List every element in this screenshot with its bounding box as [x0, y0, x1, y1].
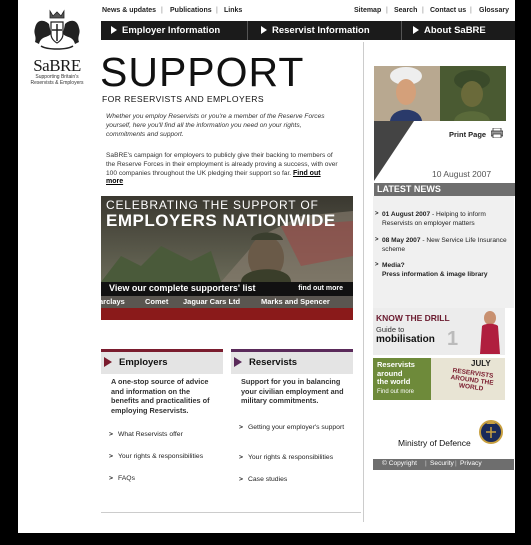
- banner-line-1: CELEBRATING THE SUPPORT OF: [106, 198, 319, 212]
- bullet-icon: >: [239, 454, 243, 461]
- reservists-title: Reservists: [249, 357, 298, 368]
- nav-separator: |: [422, 7, 424, 14]
- page-title: SUPPORT: [100, 49, 305, 95]
- reservists-link-case-studies[interactable]: > Case studies: [239, 476, 287, 483]
- main-nav-divider: [247, 21, 248, 40]
- reservists-box: Reservists Support for you in balancing …: [231, 349, 353, 509]
- intro-paragraph: Whether you employ Reservists or you're …: [106, 113, 325, 138]
- nav-publications[interactable]: Publications: [170, 7, 212, 14]
- nav-search[interactable]: Search: [394, 7, 417, 14]
- header-photos: [374, 66, 506, 121]
- nav-separator: |: [386, 7, 388, 14]
- reservist-figure: [480, 311, 500, 354]
- employers-title: Employers: [119, 357, 168, 368]
- world-july: JULY: [471, 359, 491, 368]
- news-item[interactable]: > 01 August 2007 - Helping to inform Res…: [375, 210, 512, 228]
- news-item[interactable]: > Media? Press information & image librar…: [375, 261, 512, 279]
- supporters-banner[interactable]: CELEBRATING THE SUPPORT OF EMPLOYERS NAT…: [101, 196, 353, 320]
- main-nav: Employer Information Reservist Informati…: [101, 21, 515, 40]
- print-page-link[interactable]: Print Page: [449, 127, 504, 139]
- campaign-paragraph: SaBRE's campaign for employers to public…: [106, 152, 338, 186]
- employers-header[interactable]: Employers: [101, 349, 223, 374]
- supporter-name: Jaguar Cars Ltd: [183, 297, 241, 306]
- drill-number: 1: [447, 328, 459, 350]
- news-item[interactable]: > 08 May 2007 - New Service Life Insuran…: [375, 236, 512, 254]
- supporter-name: Comet: [145, 297, 169, 306]
- supporter-name: arclays: [101, 297, 125, 306]
- nav-news-updates[interactable]: News & updates: [102, 7, 156, 14]
- footer-separator: |: [455, 460, 457, 467]
- footer-separator: |: [425, 460, 427, 467]
- decorative-wedge: [374, 121, 414, 181]
- footer-security[interactable]: Security: [430, 460, 454, 467]
- guide-to-label: Guide to: [376, 325, 405, 334]
- know-the-drill-promo[interactable]: KNOW THE DRILL Guide to mobilisation 1: [373, 308, 505, 355]
- banner-red-band: [101, 308, 353, 320]
- know-drill-title: KNOW THE DRILL: [376, 313, 450, 323]
- nav-separator: |: [161, 7, 163, 14]
- bullet-icon: >: [239, 476, 243, 483]
- reservists-around-world-promo[interactable]: Reservists around the world Find out mor…: [373, 358, 505, 400]
- mod-crest-icon: [479, 420, 503, 444]
- triangle-icon: [104, 357, 112, 367]
- current-date: 10 August 2007: [432, 169, 492, 179]
- reservists-header[interactable]: Reservists: [231, 349, 353, 374]
- bullet-icon: >: [375, 262, 379, 268]
- nav-separator: |: [470, 7, 472, 14]
- triangle-icon: [234, 357, 242, 367]
- bullet-icon: >: [375, 237, 379, 243]
- arrow-right-icon: [413, 26, 419, 34]
- banner-find-out-more[interactable]: find out more: [298, 285, 343, 292]
- footer-privacy[interactable]: Privacy: [460, 460, 482, 467]
- banner-line-2: EMPLOYERS NATIONWIDE: [106, 211, 336, 230]
- reservists-link-rights[interactable]: > Your rights & responsibilities: [239, 454, 333, 461]
- logo-brand: SaBRE: [33, 56, 81, 75]
- employers-link-what-reservists-offer[interactable]: > What Reservists offer: [109, 431, 183, 438]
- bullet-icon: >: [109, 475, 113, 482]
- nav-contact[interactable]: Contact us: [430, 7, 466, 14]
- latest-news-panel: > 01 August 2007 - Helping to inform Res…: [373, 196, 514, 308]
- reservists-description: Support for you in balancing your civili…: [241, 377, 344, 405]
- nav-glossary[interactable]: Glossary: [479, 7, 509, 14]
- bullet-icon: >: [109, 431, 113, 438]
- bullet-icon: >: [239, 424, 243, 431]
- world-find-out-more: Find out more: [377, 389, 415, 395]
- world-text: Reservists around the world: [377, 360, 415, 386]
- arrow-right-icon: [111, 26, 117, 34]
- employers-link-rights[interactable]: > Your rights & responsibilities: [109, 453, 203, 460]
- logo-tagline-2: Reservists & Employers: [30, 80, 84, 86]
- employers-box: Employers A one-stop source of advice an…: [101, 349, 223, 509]
- bullet-icon: >: [375, 211, 379, 217]
- employers-link-faqs[interactable]: > FAQs: [109, 475, 135, 482]
- latest-news-header: LATEST NEWS: [374, 183, 515, 196]
- printer-icon: [490, 127, 504, 139]
- footer-copyright[interactable]: © Copyright: [382, 460, 417, 467]
- column-divider: [363, 42, 364, 522]
- supporter-name: Marks and Spencer: [261, 297, 330, 306]
- bullet-icon: >: [109, 453, 113, 460]
- employers-description: A one-stop source of advice and informat…: [111, 377, 210, 415]
- sabre-logo[interactable]: SaBRE Supporting Britain's Reservists & …: [26, 8, 88, 86]
- reservists-link-employer-support[interactable]: > Getting your employer's support: [239, 423, 349, 432]
- supporters-strip: arclays Comet Jaguar Cars Ltd Marks and …: [101, 296, 353, 308]
- mobilisation-label: mobilisation: [376, 334, 435, 345]
- arrow-right-icon: [261, 26, 267, 34]
- main-nav-reservist[interactable]: Reservist Information: [261, 25, 370, 36]
- nav-links[interactable]: Links: [224, 7, 242, 14]
- soldiers-photo: [374, 66, 506, 121]
- top-nav: News & updates | Publications | Links Si…: [102, 7, 512, 19]
- banner-link-bar: View our complete supporters' list find …: [101, 282, 353, 296]
- nav-separator: |: [216, 7, 218, 14]
- main-nav-about[interactable]: About SaBRE: [413, 25, 486, 36]
- content-bottom-rule: [101, 512, 361, 513]
- crest-icon: [34, 9, 80, 50]
- footer-bar: © Copyright | Security | Privacy: [373, 459, 514, 470]
- page-subtitle: FOR RESERVISTS AND EMPLOYERS: [102, 94, 264, 104]
- view-supporters-list[interactable]: View our complete supporters' list: [109, 283, 256, 293]
- ministry-of-defence-label: Ministry of Defence: [398, 438, 471, 448]
- main-nav-employer[interactable]: Employer Information: [111, 25, 220, 36]
- nav-sitemap[interactable]: Sitemap: [354, 7, 381, 14]
- main-nav-divider: [401, 21, 402, 40]
- page: SaBRE Supporting Britain's Reservists & …: [18, 0, 515, 533]
